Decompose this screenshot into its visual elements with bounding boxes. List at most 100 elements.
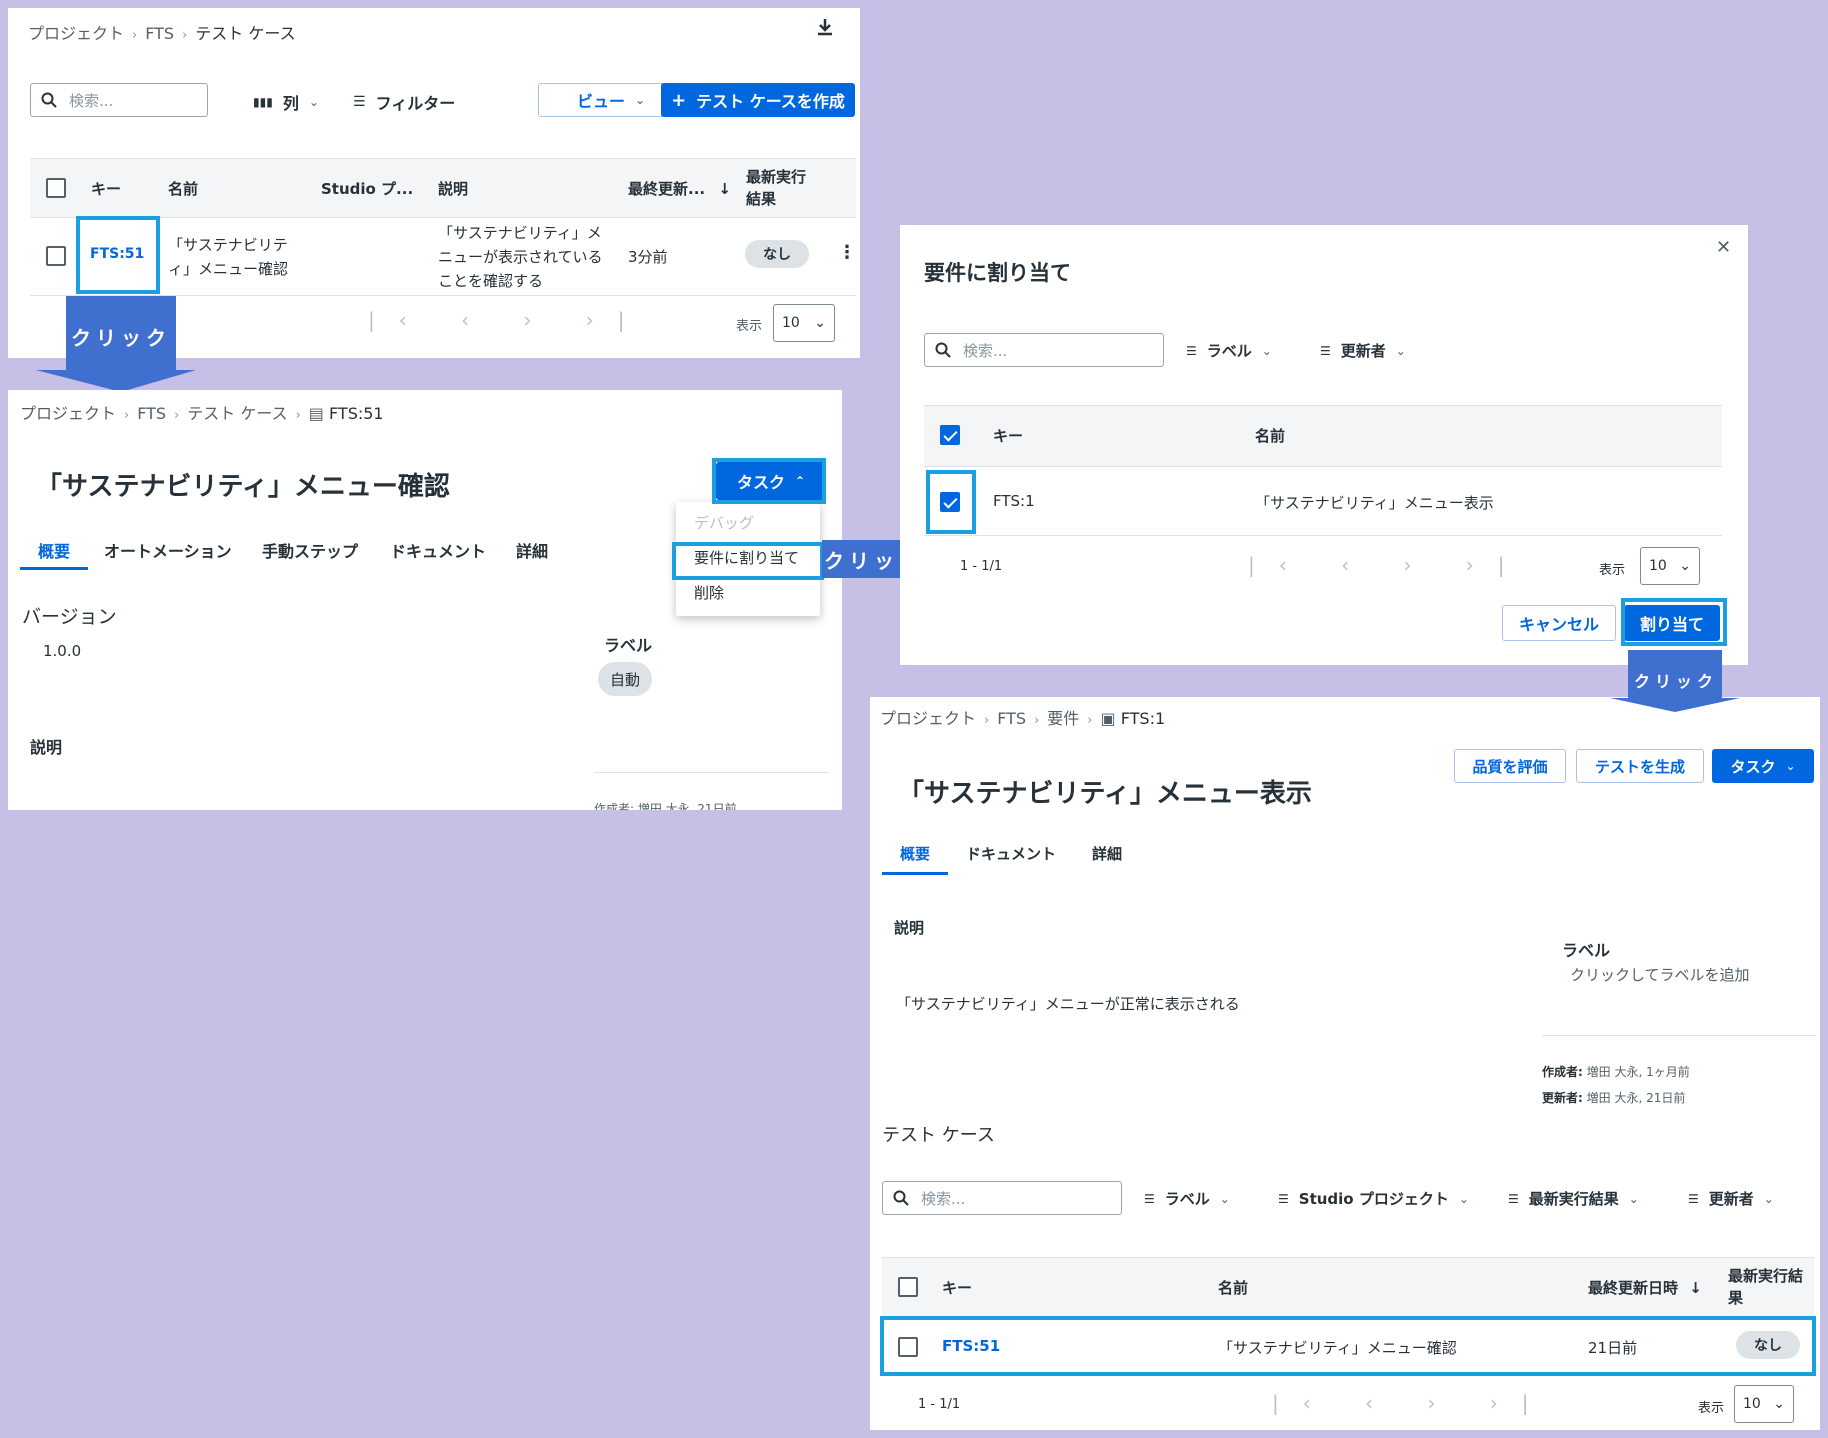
tab-documents[interactable]: ドキュメント [390, 538, 486, 562]
breadcrumb-fts[interactable]: FTS [145, 24, 174, 43]
chevron-down-icon: ⌄ [308, 95, 319, 109]
table-header [924, 405, 1722, 467]
header-key[interactable]: キー [91, 178, 121, 199]
breadcrumb-fts[interactable]: FTS [137, 404, 166, 423]
document-icon: ▤ [308, 404, 324, 423]
header-result[interactable]: 最新実行結果 [1728, 1265, 1812, 1309]
more-options-icon[interactable]: ⋮ [838, 242, 856, 263]
sort-down-icon: ↓ [1689, 1279, 1702, 1297]
chevron-down-icon: ⌄ [814, 315, 826, 331]
sort-down-icon: ↓ [718, 180, 731, 198]
add-label-link[interactable]: クリックしてラベルを追加 [1570, 964, 1750, 985]
description-heading: 説明 [894, 919, 925, 937]
task-button[interactable]: タスク ⌄ [1712, 749, 1814, 783]
filter-icon: ☰ [1508, 1191, 1519, 1206]
click-callout-3: クリック [1633, 672, 1718, 691]
page-size-select[interactable]: 10 ⌄ [1734, 1385, 1794, 1423]
chevron-down-icon: ⌄ [1785, 759, 1796, 773]
filter-result-button[interactable]: ☰ 最新実行結果 ⌄ [1508, 1188, 1639, 1209]
label-heading: ラベル [604, 636, 653, 655]
filter-label-button[interactable]: ☰ ラベル ⌄ [1144, 1188, 1230, 1209]
chevron-down-icon: ⌄ [1395, 343, 1406, 358]
tab-automation[interactable]: オートメーション [104, 538, 232, 562]
assign-button[interactable]: 割り当て [1624, 605, 1720, 641]
search-icon [41, 92, 57, 108]
tab-documents[interactable]: ドキュメント [966, 843, 1056, 864]
filter-updater-button[interactable]: ☰ 更新者 ⌄ [1320, 340, 1406, 361]
sidebar-divider [594, 772, 828, 773]
evaluate-quality-button[interactable]: 品質を評価 [1454, 749, 1566, 783]
breadcrumb-requirements[interactable]: 要件 [1047, 709, 1079, 728]
tab-details[interactable]: 詳細 [516, 538, 548, 562]
testcase-detail-panel: プロジェクト › FTS › テスト ケース › ▤ FTS:51 「サステナビリティ」メニ… [8, 390, 842, 810]
breadcrumb-project[interactable]: プロジェクト [28, 24, 124, 43]
row-key-link[interactable]: FTS:51 [90, 246, 144, 262]
columns-button[interactable]: ▮▮▮ 列 ⌄ [253, 90, 319, 114]
search-input[interactable]: 検索... [30, 83, 208, 117]
header-key[interactable]: キー [993, 425, 1023, 446]
menu-item-assign-requirement[interactable]: 要件に割り当て [694, 547, 799, 568]
header-updated[interactable]: 最終更新日時 ↓ [1588, 1277, 1702, 1298]
header-updated[interactable]: 最終更新... ↓ [628, 178, 731, 199]
row-name: 「サステナビリティ」メニュー確認 [1218, 1339, 1457, 1357]
breadcrumb: プロジェクト › FTS › テスト ケース › ▤ FTS:51 [20, 404, 384, 423]
tab-details[interactable]: 詳細 [1092, 843, 1122, 864]
version-heading: バージョン [22, 606, 117, 628]
download-icon[interactable] [814, 16, 836, 38]
tab-overview[interactable]: 概要 [38, 538, 70, 562]
select-all-checkbox[interactable] [898, 1277, 918, 1297]
filter-studio-button[interactable]: ☰ Studio プロジェクト ⌄ [1278, 1188, 1469, 1209]
row-desc-line3: ことを確認する [438, 272, 544, 290]
testcases-heading: テスト ケース [882, 1125, 995, 1146]
menu-item-delete[interactable]: 削除 [694, 582, 724, 603]
chevron-up-icon: ⌃ [794, 474, 806, 488]
filter-icon: ☰ [1320, 343, 1331, 358]
filter-updater-button[interactable]: ☰ 更新者 ⌄ [1688, 1188, 1774, 1209]
select-all-checkbox[interactable] [46, 178, 66, 198]
close-icon[interactable]: ✕ [1716, 237, 1731, 258]
generate-test-button[interactable]: テストを生成 [1576, 749, 1704, 783]
filter-button[interactable]: ☰ フィルター [353, 90, 455, 114]
search-input[interactable]: 検索... [882, 1181, 1122, 1215]
filter-icon: ☰ [353, 94, 366, 110]
pagination-controls[interactable]: |‹ ‹ › ›| [1248, 553, 1529, 577]
create-testcase-button[interactable]: + テスト ケースを作成 [661, 83, 855, 117]
status-badge: なし [1736, 1331, 1800, 1359]
plus-icon: + [671, 89, 687, 111]
header-name[interactable]: 名前 [1218, 1277, 1248, 1298]
header-description[interactable]: 説明 [438, 178, 468, 199]
breadcrumb-project[interactable]: プロジェクト [20, 404, 116, 423]
pagination-controls[interactable]: |‹ ‹ › ›| [1272, 1391, 1553, 1415]
select-all-checkbox[interactable] [940, 425, 960, 445]
row-checkbox[interactable] [898, 1337, 918, 1357]
filter-icon: ☰ [1688, 1191, 1699, 1206]
header-studio[interactable]: Studio プ... [321, 178, 413, 199]
breadcrumb-testcases[interactable]: テスト ケース [187, 404, 287, 423]
header-key[interactable]: キー [942, 1277, 972, 1298]
task-button[interactable]: タスク ⌃ [716, 462, 826, 500]
search-icon [893, 1190, 909, 1206]
task-menu: デバッグ 要件に割り当て 削除 [676, 502, 820, 616]
tab-overview[interactable]: 概要 [900, 843, 930, 864]
page-size-select[interactable]: 10 ⌄ [1640, 547, 1700, 585]
page-size-label: 表示 [1698, 1401, 1725, 1416]
breadcrumb-current: FTS:1 [1120, 709, 1166, 728]
row-checkbox[interactable] [46, 246, 66, 266]
pagination-controls[interactable]: |‹ ‹ › ›| [368, 308, 649, 332]
tab-manual-steps[interactable]: 手動ステップ [262, 538, 358, 562]
breadcrumb-project[interactable]: プロジェクト [880, 709, 976, 728]
search-icon [935, 342, 951, 358]
breadcrumb-fts[interactable]: FTS [997, 709, 1026, 728]
active-tab-indicator [20, 567, 88, 570]
row-divider [924, 535, 1722, 536]
header-name[interactable]: 名前 [168, 178, 198, 199]
row-updated: 21日前 [1588, 1339, 1638, 1357]
header-name[interactable]: 名前 [1255, 425, 1285, 446]
filter-label-button[interactable]: ☰ ラベル ⌄ [1186, 340, 1272, 361]
cancel-button[interactable]: キャンセル [1502, 605, 1616, 641]
row-key-link[interactable]: FTS:51 [942, 1337, 1000, 1355]
search-input[interactable]: 検索... [924, 333, 1164, 367]
row-checkbox[interactable] [940, 492, 960, 512]
header-result[interactable]: 最新実行結果 [746, 166, 816, 210]
page-size-select[interactable]: 10 ⌄ [773, 304, 835, 342]
